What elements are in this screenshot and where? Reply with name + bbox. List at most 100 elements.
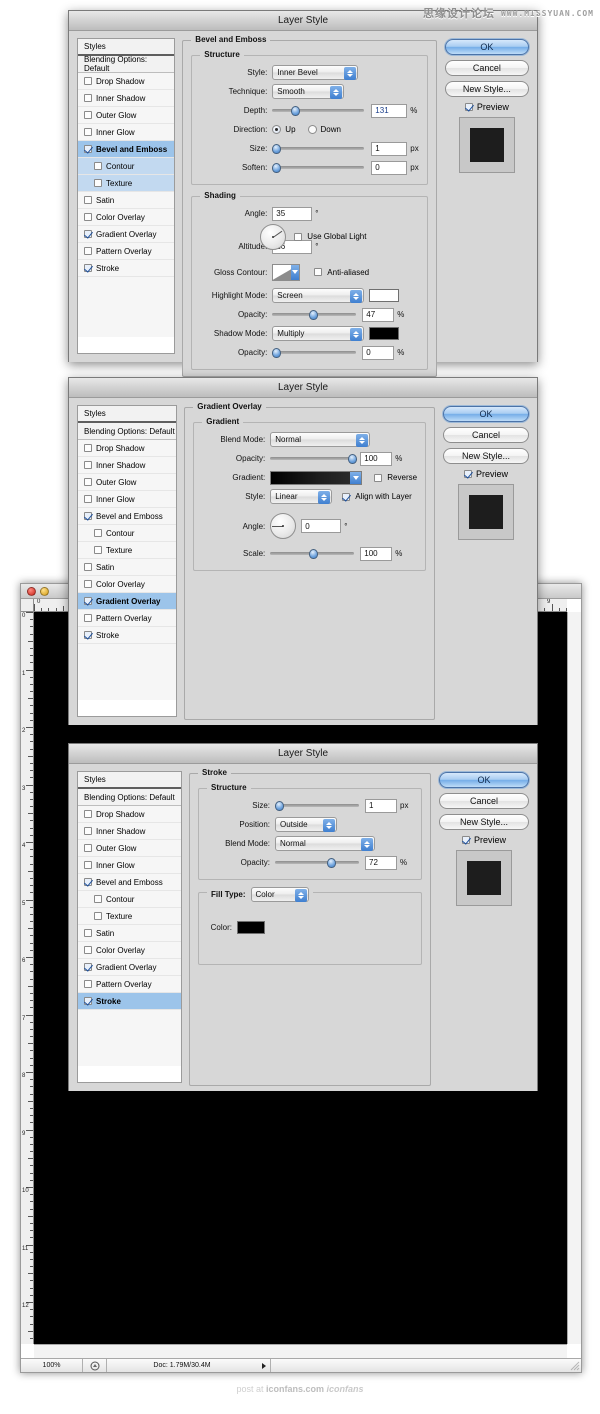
- stepper-arrows-icon[interactable]: [350, 290, 363, 303]
- style-list-item-gradient-overlay[interactable]: Gradient Overlay: [78, 959, 181, 976]
- effect-enable-checkbox[interactable]: [84, 213, 92, 221]
- new-style-button[interactable]: New Style...: [443, 448, 529, 464]
- effect-enable-checkbox[interactable]: [84, 980, 92, 988]
- effect-enable-checkbox[interactable]: [84, 861, 92, 869]
- blend-mode-select[interactable]: Normal: [270, 432, 371, 447]
- angle-input[interactable]: 0: [301, 519, 342, 533]
- style-list-item-pattern-overlay[interactable]: Pattern Overlay: [78, 976, 181, 993]
- style-list-item-outer-glow[interactable]: Outer Glow: [78, 840, 181, 857]
- preview-checkbox[interactable]: [464, 103, 473, 111]
- ok-button[interactable]: OK: [439, 772, 529, 788]
- new-style-button[interactable]: New Style...: [444, 81, 529, 97]
- style-list-item-drop-shadow[interactable]: Drop Shadow: [78, 440, 177, 457]
- effect-enable-checkbox[interactable]: [94, 162, 102, 170]
- scale-slider-knob[interactable]: [308, 548, 318, 559]
- style-list-item-satin[interactable]: Satin: [78, 559, 177, 576]
- size-slider-knob[interactable]: [272, 143, 282, 154]
- effect-enable-checkbox[interactable]: [84, 478, 92, 486]
- opacity-slider[interactable]: [270, 452, 357, 466]
- style-list-item-drop-shadow[interactable]: Drop Shadow: [78, 73, 175, 90]
- style-list-item-bevel-and-emboss[interactable]: Bevel and Emboss: [78, 141, 175, 158]
- effect-enable-checkbox[interactable]: [94, 895, 102, 903]
- effect-enable-checkbox[interactable]: [94, 912, 102, 920]
- blending-options-item[interactable]: Blending Options: Default: [78, 55, 175, 73]
- style-list-item-texture[interactable]: Texture: [78, 542, 177, 559]
- effect-enable-checkbox[interactable]: [84, 111, 92, 119]
- effect-enable-checkbox[interactable]: [84, 946, 92, 954]
- style-list-item-gradient-overlay[interactable]: Gradient Overlay: [78, 593, 177, 610]
- direction-down-radio[interactable]: [307, 125, 317, 134]
- effect-enable-checkbox[interactable]: [84, 512, 92, 520]
- opacity-slider-knob[interactable]: [327, 857, 337, 868]
- size-slider[interactable]: [275, 799, 359, 813]
- highlight-opacity-input[interactable]: 47: [362, 307, 395, 322]
- size-slider[interactable]: [272, 142, 365, 156]
- effect-enable-checkbox[interactable]: [84, 230, 92, 238]
- highlight-opacity-knob[interactable]: [309, 309, 319, 320]
- horizontal-scrollbar[interactable]: [34, 1344, 567, 1358]
- size-input[interactable]: 1: [371, 141, 408, 156]
- technique-select[interactable]: Smooth: [272, 84, 345, 99]
- size-slider-knob[interactable]: [275, 800, 284, 811]
- new-style-button[interactable]: New Style...: [439, 814, 529, 830]
- style-list-item-outer-glow[interactable]: Outer Glow: [78, 474, 177, 491]
- cancel-button[interactable]: Cancel: [444, 60, 529, 76]
- preview-checkbox[interactable]: [464, 470, 473, 478]
- effect-enable-checkbox[interactable]: [94, 179, 102, 187]
- blend-mode-select[interactable]: Normal: [275, 836, 375, 851]
- cancel-button[interactable]: Cancel: [443, 427, 529, 443]
- stepper-arrows-icon[interactable]: [350, 328, 363, 341]
- document-icon[interactable]: [83, 1359, 107, 1372]
- depth-slider-knob[interactable]: [290, 105, 300, 116]
- effect-enable-checkbox[interactable]: [84, 844, 92, 852]
- style-list-item-stroke[interactable]: Stroke: [78, 627, 177, 644]
- style-list-item-inner-shadow[interactable]: Inner Shadow: [78, 90, 175, 107]
- style-list-item-color-overlay[interactable]: Color Overlay: [78, 942, 181, 959]
- angle-input[interactable]: 35: [272, 206, 313, 221]
- ok-button[interactable]: OK: [443, 406, 529, 422]
- effect-enable-checkbox[interactable]: [84, 997, 92, 1005]
- stepper-arrows-icon[interactable]: [361, 838, 373, 851]
- position-select[interactable]: Outside: [275, 817, 337, 832]
- soften-input[interactable]: 0: [371, 160, 408, 175]
- zoom-level[interactable]: 100%: [21, 1359, 83, 1372]
- effect-enable-checkbox[interactable]: [84, 563, 92, 571]
- effect-enable-checkbox[interactable]: [84, 77, 92, 85]
- effect-enable-checkbox[interactable]: [94, 529, 102, 537]
- style-list-item-stroke[interactable]: Stroke: [78, 260, 175, 277]
- use-global-light-checkbox[interactable]: [294, 232, 303, 241]
- stepper-arrows-icon[interactable]: [344, 67, 357, 80]
- scale-slider[interactable]: [270, 547, 355, 561]
- style-list-item-color-overlay[interactable]: Color Overlay: [78, 576, 177, 593]
- style-list-item-bevel-and-emboss[interactable]: Bevel and Emboss: [78, 874, 181, 891]
- highlight-opacity-slider[interactable]: [272, 308, 357, 322]
- stepper-arrows-icon[interactable]: [356, 434, 369, 447]
- depth-slider[interactable]: [272, 104, 365, 118]
- style-list-item-bevel-and-emboss[interactable]: Bevel and Emboss: [78, 508, 177, 525]
- shadow-opacity-slider[interactable]: [272, 346, 357, 360]
- style-list-item-texture[interactable]: Texture: [78, 908, 181, 925]
- effect-enable-checkbox[interactable]: [84, 495, 92, 503]
- stepper-arrows-icon[interactable]: [318, 491, 331, 504]
- style-list-item-contour[interactable]: Contour: [78, 891, 181, 908]
- shadow-color-swatch[interactable]: [369, 327, 400, 340]
- effect-enable-checkbox[interactable]: [84, 94, 92, 102]
- effect-enable-checkbox[interactable]: [84, 878, 92, 886]
- opacity-slider-knob[interactable]: [347, 453, 357, 464]
- style-list-item-inner-shadow[interactable]: Inner Shadow: [78, 823, 181, 840]
- style-list-item-inner-shadow[interactable]: Inner Shadow: [78, 457, 177, 474]
- effect-enable-checkbox[interactable]: [84, 196, 92, 204]
- effect-enable-checkbox[interactable]: [84, 444, 92, 452]
- style-list-item-contour[interactable]: Contour: [78, 525, 177, 542]
- preview-checkbox[interactable]: [461, 836, 470, 844]
- depth-input[interactable]: 131: [371, 103, 408, 118]
- align-with-layer-checkbox[interactable]: [342, 492, 351, 501]
- stroke-color-swatch[interactable]: [237, 921, 265, 934]
- close-icon[interactable]: [27, 587, 36, 596]
- chevron-down-icon[interactable]: [350, 471, 362, 484]
- style-list-item-gradient-overlay[interactable]: Gradient Overlay: [78, 226, 175, 243]
- opacity-input[interactable]: 72: [365, 855, 397, 870]
- highlight-mode-select[interactable]: Screen: [272, 288, 365, 303]
- effect-enable-checkbox[interactable]: [84, 264, 92, 272]
- minimize-icon[interactable]: [40, 587, 49, 596]
